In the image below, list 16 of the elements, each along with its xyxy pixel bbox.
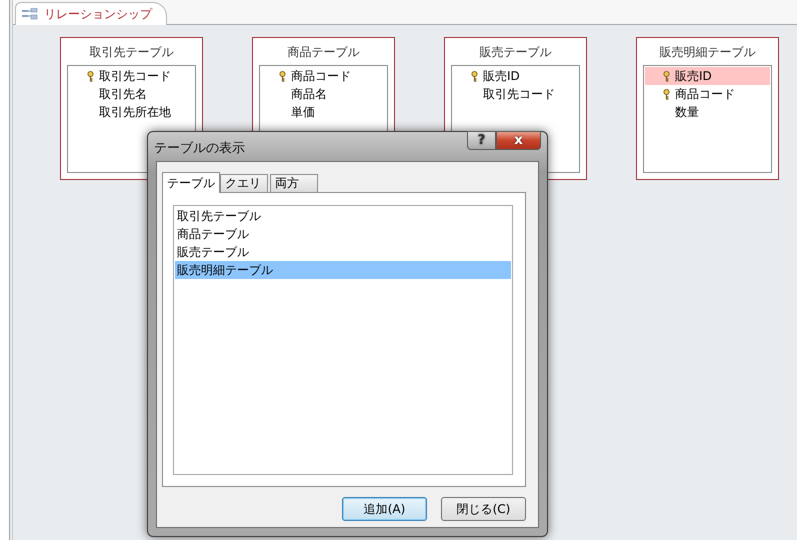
table-title: 販売明細テーブル <box>660 44 756 61</box>
field-name: 販売ID <box>483 68 520 84</box>
field-name: 商品コード <box>675 86 735 102</box>
field-name: 商品名 <box>291 86 327 102</box>
table-title: 取引先テーブル <box>90 44 174 61</box>
field-name: 販売ID <box>675 68 712 84</box>
field-name: 数量 <box>675 104 699 120</box>
tab-label: リレーションシップ <box>44 6 152 22</box>
field-name: 単価 <box>291 104 315 120</box>
field-name: 取引先所在地 <box>99 104 171 120</box>
field-name: 取引先コード <box>483 86 555 102</box>
table-title: 商品テーブル <box>288 44 360 61</box>
field-name: 取引先名 <box>99 86 147 102</box>
table-title: 販売テーブル <box>480 44 552 61</box>
field-name: 商品コード <box>291 68 351 84</box>
field-name: 取引先コード <box>99 68 171 84</box>
